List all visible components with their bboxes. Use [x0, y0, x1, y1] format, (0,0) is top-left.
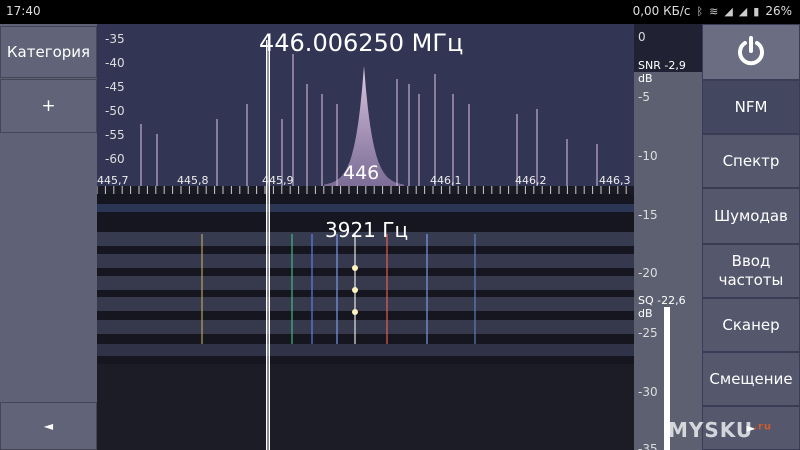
clock: 17:40 — [6, 4, 41, 18]
x-label: 445,7 — [97, 174, 129, 187]
snr-scale-label: -25 — [638, 326, 658, 340]
x-label: 445,8 — [177, 174, 209, 187]
waterfall-band — [97, 297, 634, 311]
battery-icon: ▮ — [753, 4, 760, 18]
waterfall-dot — [352, 265, 358, 271]
bluetooth-icon: ᛒ — [696, 4, 704, 18]
left-panel: Категория + ◄ — [0, 24, 97, 450]
x-label: 446,1 — [430, 174, 462, 187]
status-bar: 17:40 0,00 КБ/с ᛒ ≋ ◢ ◢ ▮ 26% — [0, 0, 800, 24]
snr-scale-label: -35 — [638, 442, 658, 450]
waterfall-band — [97, 254, 634, 268]
scanner-button[interactable]: Сканер — [702, 298, 800, 352]
y-label: -55 — [105, 128, 125, 142]
watermark-suffix: .ru — [753, 421, 772, 433]
spectrum-view[interactable]: -35 -40 -45 -50 -55 -60 445,7 445,8 445,… — [97, 24, 634, 194]
tuning-cursor[interactable] — [266, 40, 270, 450]
waterfall-dot — [352, 287, 358, 293]
frequency-display[interactable]: 446.006250 МГц — [259, 29, 463, 57]
right-panel: NFM Спектр Шумодав Ввод частоты Сканер С… — [702, 24, 800, 450]
waterfall-band — [97, 344, 634, 356]
y-label: -50 — [105, 104, 125, 118]
add-button[interactable]: + — [0, 79, 97, 133]
watermark-text: MYSKU — [667, 418, 754, 442]
waterfall-view[interactable]: 3921 Гц — [97, 194, 634, 450]
wifi-icon: ≋ — [709, 4, 719, 18]
x-label: 446,3 — [599, 174, 631, 187]
noise-reduction-button[interactable]: Шумодав — [702, 188, 800, 244]
snr-value: SNR -2,9 dB — [638, 59, 686, 85]
watermark: MYSKU.ru — [668, 418, 772, 442]
snr-meter: 0 -5 -10 -15 -20 -25 -30 -35 SNR -2,9 dB… — [634, 24, 702, 450]
power-button[interactable] — [702, 24, 800, 80]
snr-scale-label: -15 — [638, 208, 658, 222]
y-label: -60 — [105, 152, 125, 166]
squelch-value: SQ -22,6 dB — [638, 294, 686, 320]
offset-display: 3921 Гц — [325, 218, 409, 242]
spectrum-button[interactable]: Спектр — [702, 134, 800, 188]
y-label: -35 — [105, 32, 125, 46]
y-label: -45 — [105, 80, 125, 94]
signal-icon-2: ◢ — [738, 4, 748, 18]
frequency-input-button[interactable]: Ввод частоты — [702, 244, 800, 298]
network-speed: 0,00 КБ/с — [632, 4, 691, 18]
waterfall-noise — [97, 364, 634, 450]
waterfall-band — [97, 204, 634, 212]
waterfall-band — [97, 276, 634, 290]
snr-scale-label: -5 — [638, 90, 650, 104]
status-icons: 0,00 КБ/с ᛒ ≋ ◢ ◢ ▮ 26% — [633, 4, 792, 18]
snr-scale-label: 0 — [638, 30, 646, 44]
signal-icon: ◢ — [724, 4, 733, 18]
mode-button[interactable]: NFM — [702, 80, 800, 134]
waterfall-band — [97, 320, 634, 334]
snr-scale-label: -10 — [638, 149, 658, 163]
battery-level: 26% — [765, 4, 792, 18]
x-label: 446,2 — [515, 174, 547, 187]
waterfall-dot — [352, 309, 358, 315]
back-button[interactable]: ◄ — [0, 402, 97, 450]
snr-scale-label: -20 — [638, 266, 658, 280]
power-icon — [738, 36, 764, 66]
snr-scale-label: -30 — [638, 385, 658, 399]
offset-button[interactable]: Смещение — [702, 352, 800, 406]
y-label: -40 — [105, 56, 125, 70]
category-button[interactable]: Категория — [0, 26, 97, 78]
center-frequency-label: 446 — [343, 162, 380, 184]
